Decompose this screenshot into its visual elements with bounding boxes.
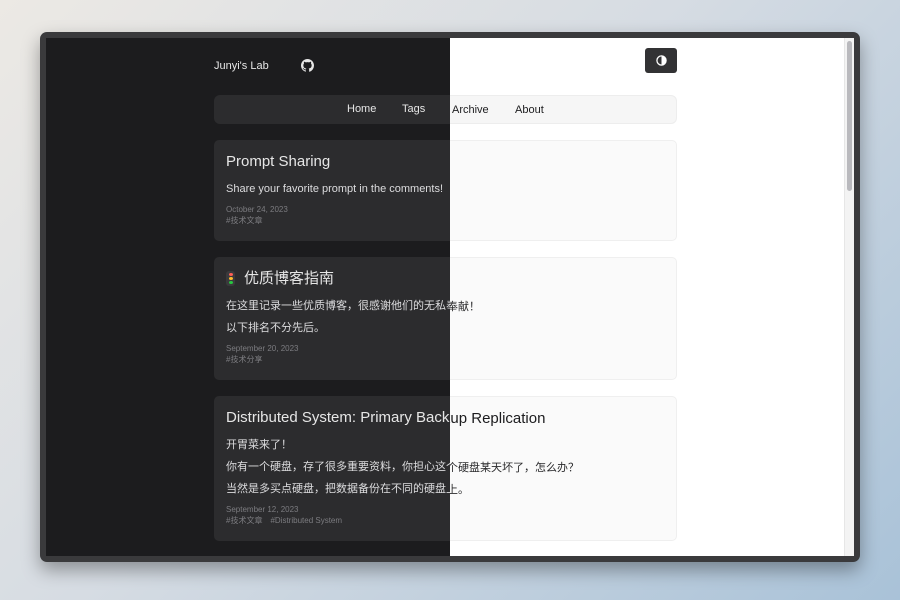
nav-tags[interactable]: Tags: [402, 103, 425, 115]
browser-viewport: Junyi's Lab Home Tags Archive About: [46, 38, 854, 556]
post-tag[interactable]: #技术分享: [226, 355, 262, 364]
nav-archive[interactable]: Archive: [452, 104, 489, 116]
nav-home[interactable]: Home: [347, 103, 376, 115]
post-title-text: 优质博客指南: [244, 270, 335, 287]
scrollbar-thumb[interactable]: [847, 41, 852, 191]
scrollbar[interactable]: [844, 38, 854, 556]
nav-about[interactable]: About: [515, 104, 544, 116]
post-tag[interactable]: #Distributed System: [270, 516, 342, 525]
post-tag[interactable]: #技术文章: [226, 216, 262, 225]
contrast-icon: [655, 55, 667, 66]
github-icon[interactable]: [301, 59, 314, 72]
traffic-light-icon: [226, 271, 235, 286]
site-title[interactable]: Junyi's Lab: [214, 60, 269, 72]
theme-toggle-button[interactable]: [645, 48, 677, 73]
post-tag[interactable]: #技术文章: [226, 516, 262, 525]
